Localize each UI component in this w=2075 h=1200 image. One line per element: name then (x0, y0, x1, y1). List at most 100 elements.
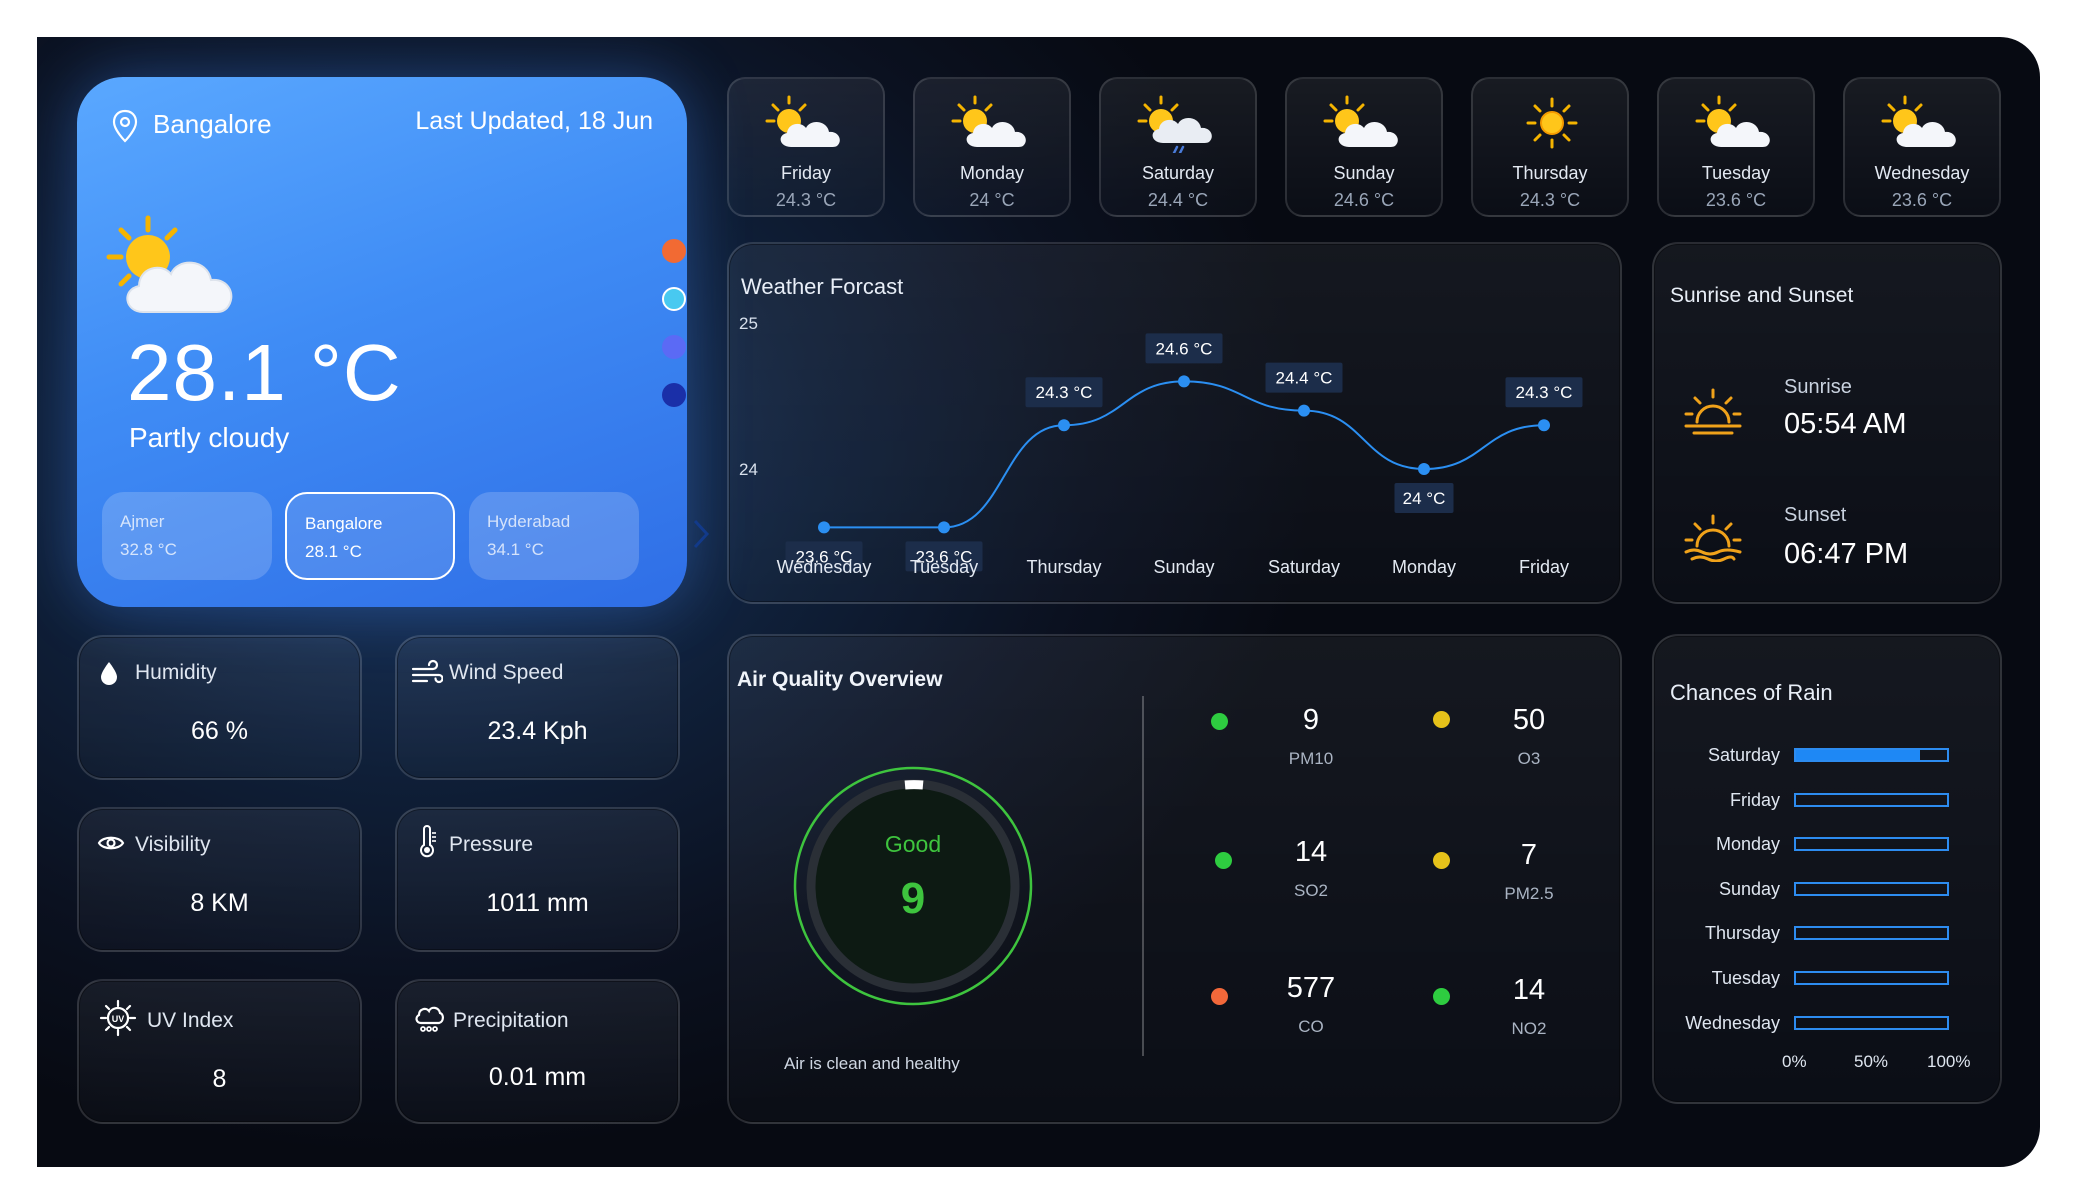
sun-icon (1526, 97, 1578, 149)
x-tick-label: Saturday (1268, 557, 1340, 577)
chevron-right-icon[interactable] (689, 517, 713, 551)
sun-cloud-icon (765, 95, 840, 147)
pressure-label: Pressure (449, 833, 534, 856)
pollutant-pm10: 9 PM10 (1251, 704, 1371, 769)
visibility-tile: Visibility 8 KM (77, 807, 362, 952)
rain-axis-label: 100% (1927, 1052, 1971, 1071)
status-dot-yellow (1433, 711, 1450, 728)
city-chip-temp: 32.8 °C (120, 540, 177, 559)
status-dot-green (1433, 988, 1450, 1005)
rain-bar (1794, 926, 1949, 941)
data-point (1298, 404, 1310, 417)
uv-index-tile: UV UV Index 8 (77, 979, 362, 1124)
x-tick-label: Tuesday (910, 557, 978, 577)
pollutant-value: 9 (1302, 704, 1320, 736)
forecast-day: Monday (959, 163, 1025, 183)
uv-index-label: UV Index (147, 1009, 234, 1032)
pressure-tile: Pressure 1011 mm (395, 807, 680, 952)
thermometer-icon (420, 825, 436, 858)
pollutant-value: 14 (1512, 974, 1546, 1006)
visibility-value: 8 KM (190, 889, 249, 917)
rain-axis-label: 0% (1782, 1052, 1807, 1071)
humidity-tile: Humidity 66 % (77, 635, 362, 780)
sun-cloud-rain-icon (1137, 95, 1212, 153)
wind-icon (411, 659, 443, 684)
data-label: 24.3 °C (1516, 383, 1573, 402)
sunset-time: 06:47 PM (1784, 538, 1909, 570)
forecast-temp: 23.6 °C (1705, 190, 1767, 210)
rain-row-sunday: Sunday (1654, 879, 2004, 899)
forecast-card-friday[interactable]: Friday 24.3 °C (727, 77, 885, 217)
pollutant-value: 7 (1520, 839, 1538, 871)
city-chip-name: Hyderabad (487, 512, 571, 531)
forecast-day: Thursday (1512, 163, 1588, 183)
forecast-card-thursday[interactable]: Thursday 24.3 °C (1471, 77, 1629, 217)
y-tick-label: 25 (739, 314, 758, 333)
forecast-card-monday[interactable]: Monday 24 °C (913, 77, 1071, 217)
rain-bar (1794, 881, 1949, 896)
forecast-card-wednesday[interactable]: Wednesday 23.6 °C (1843, 77, 2001, 217)
wind-speed-tile: Wind Speed 23.4 Kph (395, 635, 680, 780)
forecast-temp: 24.3 °C (1519, 190, 1581, 210)
precipitation-label: Precipitation (453, 1009, 569, 1032)
forecast-card-sunday[interactable]: Sunday 24.6 °C (1285, 77, 1443, 217)
rain-bar-fill (1796, 750, 1920, 760)
pollutant-name: PM2.5 (1504, 884, 1554, 903)
forecast-card-tuesday[interactable]: Tuesday 23.6 °C (1657, 77, 1815, 217)
rain-day-label: Thursday (1704, 923, 1780, 944)
pollutant-no2: 14 NO2 (1469, 974, 1589, 1039)
sunrise-sunset-panel: Sunrise and Sunset Sunrise 05:54 AM Suns… (1652, 242, 2002, 604)
status-dot-yellow (1433, 852, 1450, 869)
x-tick-label: Sunday (1153, 557, 1214, 577)
forecast-day: Friday (780, 163, 831, 183)
indicator-dot-3[interactable] (662, 335, 686, 359)
current-temperature: 28.1 °C (127, 328, 402, 417)
status-dot-orange (1211, 988, 1228, 1005)
sunset-label: Sunset (1784, 504, 1847, 526)
location-name[interactable]: Bangalore (153, 109, 272, 140)
visibility-label: Visibility (135, 833, 211, 856)
rain-day-label: Monday (1715, 834, 1780, 855)
data-point (1538, 419, 1550, 432)
rain-row-monday: Monday (1654, 834, 2004, 854)
current-weather-card: Bangalore Last Updated, 18 Jun 28.1 °C P… (77, 77, 710, 607)
air-quality-title: Air Quality Overview (737, 668, 943, 691)
air-quality-note: Air is clean and healthy (784, 1054, 960, 1073)
forecast-card-saturday[interactable]: Saturday 24.4 °C (1099, 77, 1257, 217)
sunrise-time: 05:54 AM (1784, 408, 1907, 440)
city-chip-ajmer[interactable]: Ajmer 32.8 °C (102, 492, 272, 580)
data-point (818, 521, 830, 534)
pollutant-o3: 50 O3 (1469, 704, 1589, 769)
pollutant-name: PM10 (1288, 749, 1334, 768)
rain-bar (1794, 748, 1949, 762)
indicator-dot-1[interactable] (662, 239, 686, 263)
pollutant-name: SO2 (1293, 881, 1329, 900)
indicator-dot-2[interactable] (662, 287, 686, 311)
data-point (1058, 419, 1070, 432)
x-tick-label: Wednesday (777, 557, 872, 577)
sun-panel-title: Sunrise and Sunset (1670, 284, 1854, 307)
cloud-rain-icon (415, 1006, 444, 1032)
sun-cloud-icon (1695, 95, 1770, 147)
pressure-value: 1011 mm (486, 889, 589, 917)
pollutant-value: 577 (1286, 972, 1336, 1004)
y-tick-label: 24 (739, 460, 758, 479)
city-chip-bangalore[interactable]: Bangalore 28.1 °C (285, 492, 455, 580)
data-label: 24.3 °C (1036, 383, 1093, 402)
city-chip-name: Bangalore (305, 514, 383, 533)
indicator-dot-4[interactable] (662, 383, 686, 407)
forecast-day: Saturday (1141, 163, 1215, 183)
forecast-temp: 24.6 °C (1333, 190, 1395, 210)
city-chip-hyderabad[interactable]: Hyderabad 34.1 °C (469, 492, 639, 580)
city-chip-name: Ajmer (120, 512, 165, 531)
humidity-label: Humidity (135, 661, 217, 684)
sun-cloud-icon (951, 95, 1026, 147)
rain-day-label: Sunday (1718, 878, 1780, 899)
data-label: 24.4 °C (1276, 369, 1333, 388)
pollutant-name: NO2 (1511, 1019, 1547, 1038)
air-quality-index: 9 (901, 874, 925, 923)
rain-day-label: Saturday (1707, 745, 1780, 765)
chances-of-rain-panel: Chances of Rain Saturday Friday Monday Sund… (1652, 634, 2002, 1104)
forecast-line-chart: 252423.6 °CWednesday23.6 °CTuesday24.3 °… (739, 314, 1583, 577)
rain-title: Chances of Rain (1670, 680, 1833, 705)
